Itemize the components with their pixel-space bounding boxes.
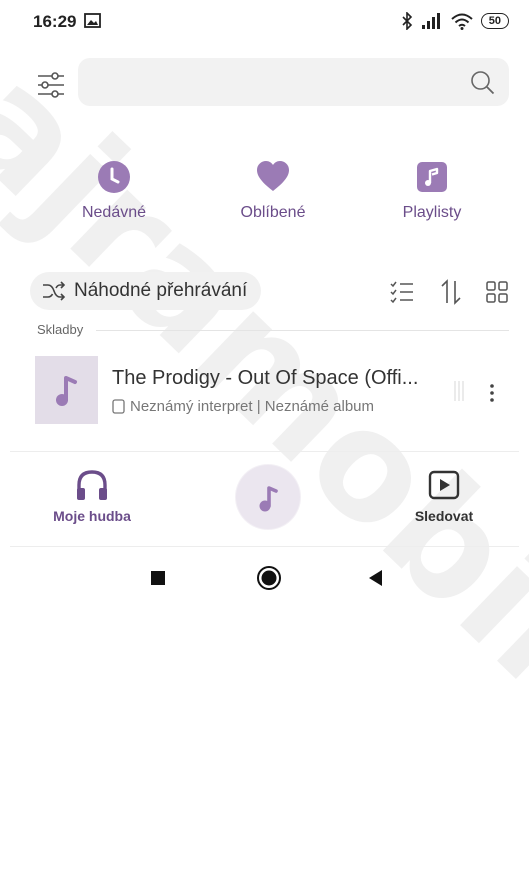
category-playlists[interactable]: Playlisty xyxy=(362,160,502,222)
section-divider xyxy=(96,330,509,331)
shuffle-icon xyxy=(43,281,66,301)
phone-storage-icon xyxy=(112,399,125,414)
status-time: 16:29 xyxy=(33,12,77,31)
category-playlists-label: Playlisty xyxy=(402,204,462,221)
gallery-notification-icon xyxy=(84,13,101,28)
section-label-songs: Skladby xyxy=(37,322,84,337)
play-video-icon xyxy=(428,470,460,500)
shuffle-label: Náhodné přehrávání xyxy=(74,280,248,301)
music-note-icon xyxy=(417,162,447,192)
drag-handle-icon[interactable] xyxy=(452,380,468,402)
shuffle-play-button[interactable]: Náhodné přehrávání xyxy=(30,272,262,310)
search-icon[interactable] xyxy=(470,70,495,95)
clock-icon xyxy=(98,161,130,193)
song-artist-album: Neznámý interpret | Neznámé album xyxy=(130,398,374,415)
watermark-text: bajramobil.cz xyxy=(0,0,529,876)
song-subtitle: Neznámý interpret | Neznámé album xyxy=(112,398,374,415)
nav-watch[interactable]: Sledovat xyxy=(384,468,504,524)
category-recent-label: Nedávné xyxy=(81,204,147,221)
filter-settings-icon[interactable] xyxy=(36,71,66,99)
headphones-icon xyxy=(77,470,107,500)
status-bar: 16:29 50 xyxy=(0,0,529,44)
battery-indicator: 50 xyxy=(480,13,509,29)
song-cover-art[interactable] xyxy=(35,356,98,424)
heart-icon xyxy=(257,161,289,191)
nav-watch-label: Sledovat xyxy=(414,508,474,524)
home-icon[interactable] xyxy=(256,565,282,591)
recent-apps-icon[interactable] xyxy=(150,565,166,591)
category-recent[interactable]: Nedávné xyxy=(44,160,184,222)
music-note-icon xyxy=(56,376,77,406)
content-divider xyxy=(10,451,519,452)
category-favorites[interactable]: Oblíbené xyxy=(203,160,343,222)
bluetooth-icon xyxy=(402,12,412,30)
category-favorites-label: Oblíbené xyxy=(240,204,306,221)
multi-select-icon[interactable] xyxy=(390,278,414,306)
more-options-icon[interactable] xyxy=(485,380,499,406)
music-note-icon xyxy=(259,486,278,512)
system-status-icons: 50 xyxy=(401,10,509,32)
back-icon[interactable] xyxy=(366,565,384,591)
wifi-icon xyxy=(451,13,473,30)
nav-my-music[interactable]: Moje hudba xyxy=(32,468,152,524)
sort-icon[interactable] xyxy=(440,278,462,306)
system-nav-divider xyxy=(10,546,519,547)
signal-icon xyxy=(421,13,440,29)
grid-view-icon[interactable] xyxy=(486,278,508,306)
search-input[interactable] xyxy=(78,58,509,106)
song-title[interactable]: The Prodigy - Out Of Space (Offi... xyxy=(112,367,418,390)
now-playing-button[interactable] xyxy=(236,465,300,529)
nav-my-music-label: Moje hudba xyxy=(53,508,131,524)
